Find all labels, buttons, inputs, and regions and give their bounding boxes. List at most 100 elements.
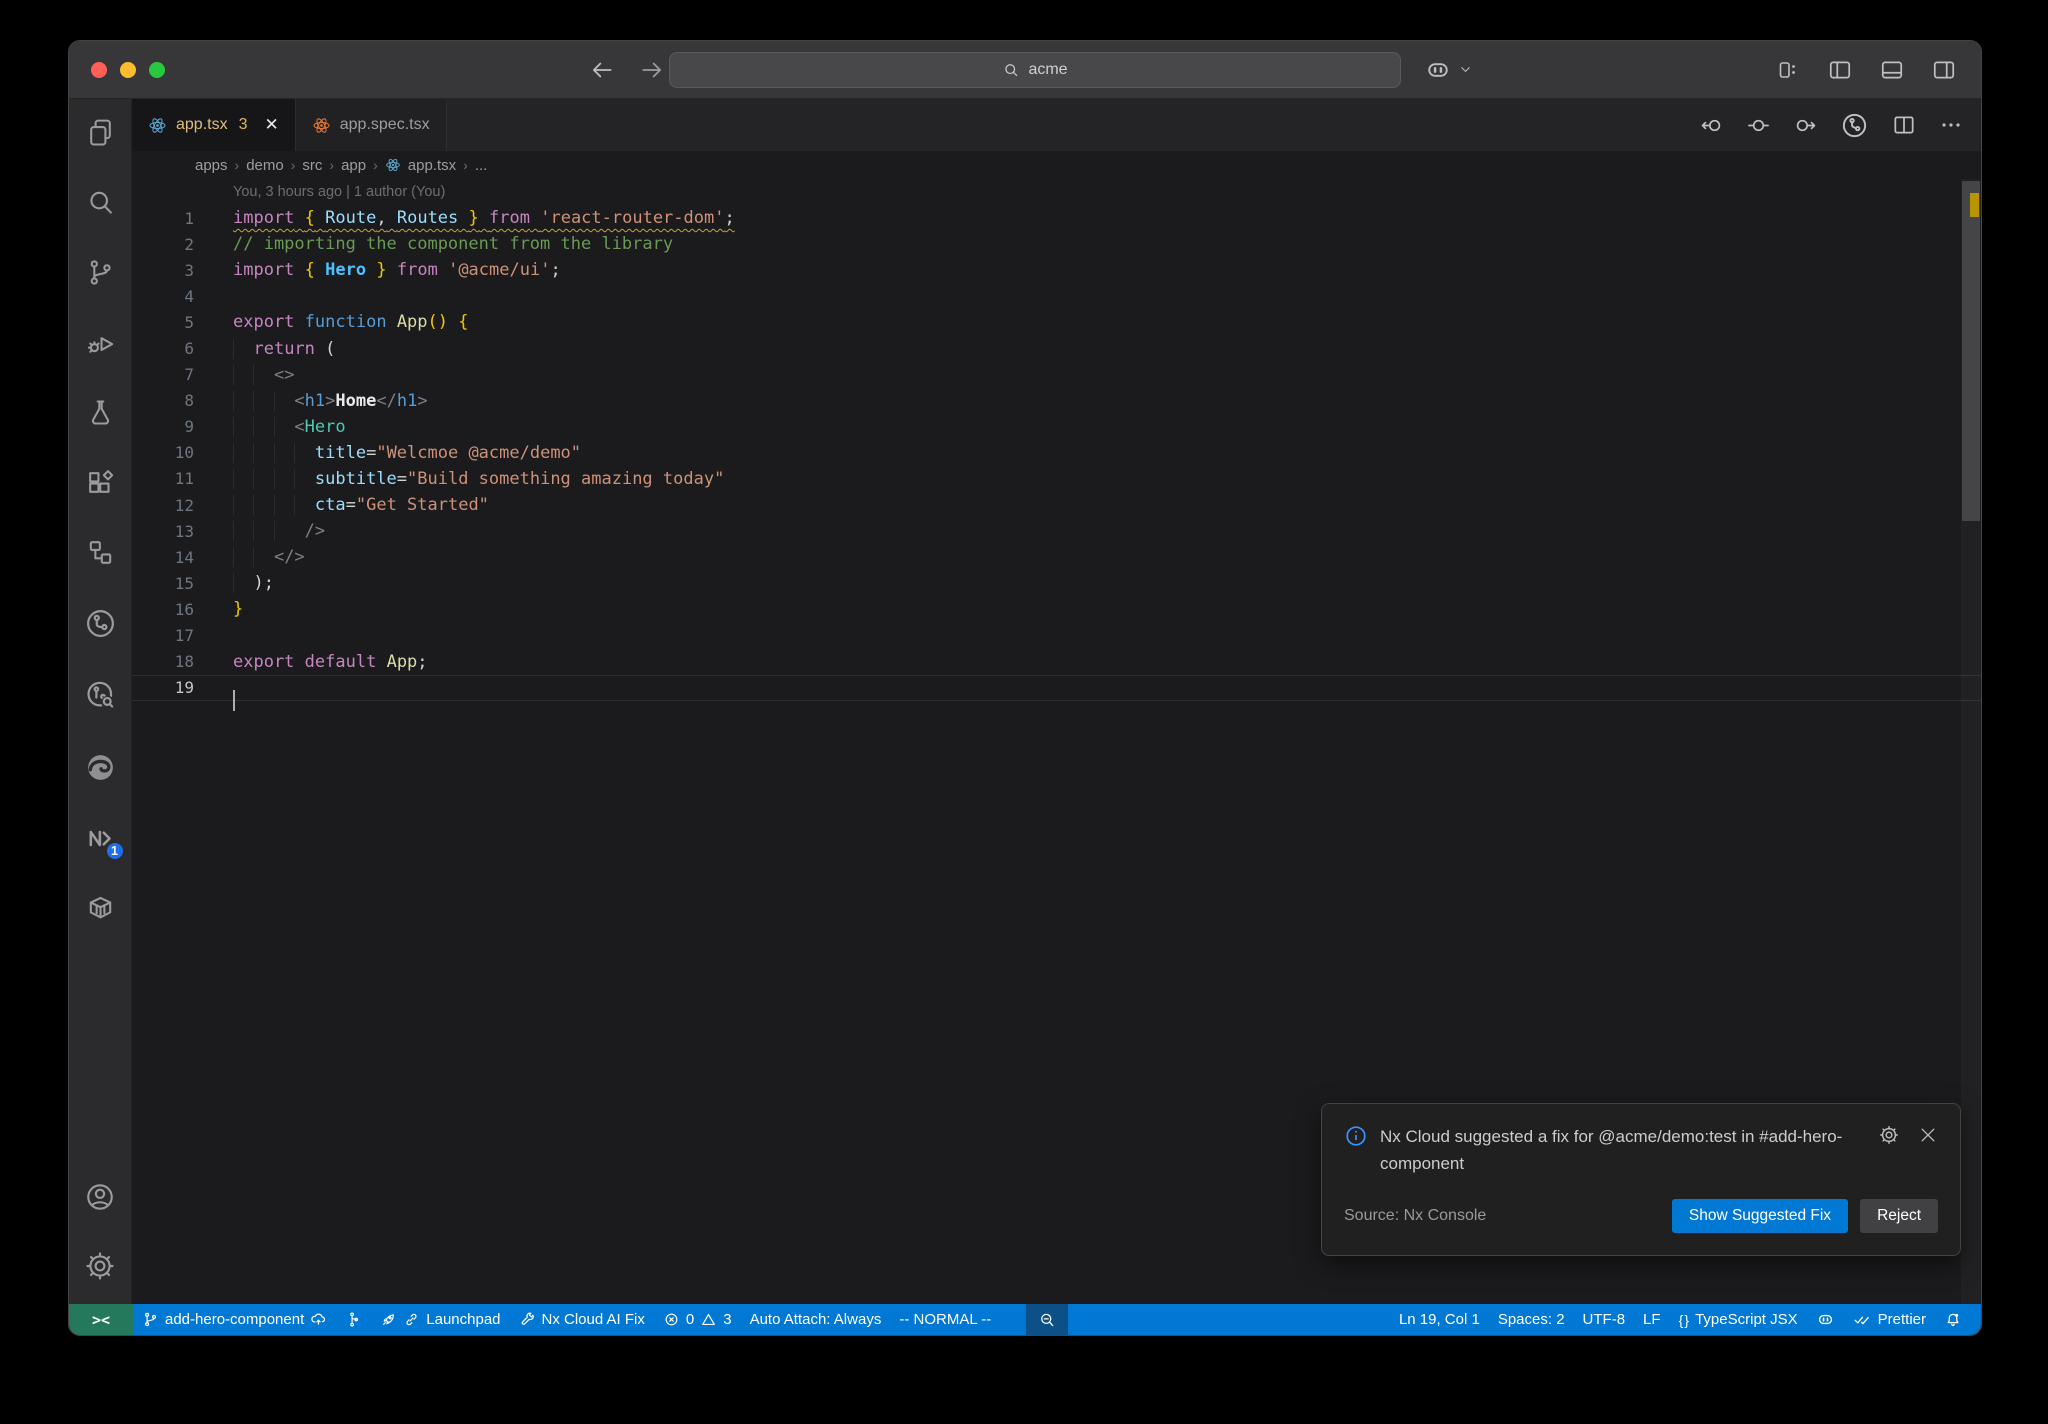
- line-number[interactable]: 13: [132, 522, 194, 541]
- breadcrumb-item[interactable]: app: [341, 157, 366, 174]
- tab-app-tsx[interactable]: app.tsx 3 ✕: [132, 99, 296, 151]
- code-line[interactable]: 7 <>: [132, 362, 1981, 388]
- line-number[interactable]: 14: [132, 548, 194, 567]
- edge-devtools-icon[interactable]: [84, 751, 117, 784]
- remote-indicator[interactable]: ><: [69, 1304, 133, 1335]
- breadcrumb-file[interactable]: app.tsx: [408, 157, 456, 174]
- more-actions-icon[interactable]: [1939, 113, 1963, 137]
- git-branch-status[interactable]: add-hero-component: [133, 1304, 336, 1335]
- close-tab-icon[interactable]: ✕: [265, 115, 279, 135]
- chevron-down-icon[interactable]: [1458, 62, 1473, 77]
- search-sidebar-icon[interactable]: [85, 187, 116, 218]
- code-line[interactable]: 18 export default App;: [132, 649, 1981, 675]
- customize-layout-icon[interactable]: [1777, 58, 1801, 82]
- code-line[interactable]: 2 // importing the component from the lib…: [132, 231, 1981, 257]
- code-line[interactable]: 16}: [132, 596, 1981, 622]
- toggle-primary-sidebar-icon[interactable]: [1827, 57, 1853, 83]
- run-and-debug-icon[interactable]: [85, 327, 116, 358]
- code-line[interactable]: 4: [132, 283, 1981, 309]
- line-number[interactable]: 11: [132, 469, 194, 488]
- source-control-graph-icon[interactable]: [84, 607, 117, 640]
- vim-mode-status[interactable]: -- NORMAL --: [890, 1304, 1000, 1335]
- line-number[interactable]: 12: [132, 496, 194, 515]
- breadcrumb-item[interactable]: demo: [246, 157, 284, 174]
- nx-console-icon[interactable]: 1: [85, 823, 125, 861]
- source-control-graph-status[interactable]: [336, 1304, 371, 1335]
- code-line[interactable]: 17: [132, 623, 1981, 649]
- code-line[interactable]: 8 <h1>Home</h1>: [132, 388, 1981, 414]
- notifications-bell-status[interactable]: [1935, 1304, 1971, 1335]
- code-line[interactable]: 3 import { Hero } from '@acme/ui';: [132, 257, 1981, 283]
- nx-cloud-fix-status[interactable]: Nx Cloud AI Fix: [510, 1304, 654, 1335]
- notification-close-icon[interactable]: [1918, 1125, 1938, 1145]
- code-line[interactable]: 5 export function App() {: [132, 309, 1981, 335]
- prettier-status[interactable]: Prettier: [1844, 1304, 1935, 1335]
- account-icon[interactable]: [84, 1181, 116, 1213]
- toggle-panel-icon[interactable]: [1879, 57, 1905, 83]
- code-line[interactable]: 6 return (: [132, 335, 1981, 361]
- language-mode-status[interactable]: { } TypeScript JSX: [1670, 1304, 1807, 1335]
- launchpad-status[interactable]: Launchpad: [371, 1304, 509, 1335]
- zoom-out-status[interactable]: [1026, 1304, 1069, 1335]
- source-control-icon[interactable]: [85, 257, 116, 288]
- toggle-secondary-sidebar-icon[interactable]: [1931, 57, 1957, 83]
- tab-app-spec-tsx[interactable]: app.spec.tsx: [295, 99, 447, 151]
- line-number[interactable]: 15: [132, 574, 194, 593]
- breadcrumb-item[interactable]: apps: [195, 157, 228, 174]
- encoding-status[interactable]: UTF-8: [1574, 1304, 1635, 1335]
- code-line[interactable]: 12 cta="Get Started": [132, 492, 1981, 518]
- code-line[interactable]: 13 />: [132, 518, 1981, 544]
- code-area[interactable]: 1 import { Route, Routes } from 'react-ro…: [132, 205, 1981, 711]
- line-number[interactable]: 1: [132, 209, 194, 228]
- line-number[interactable]: 18: [132, 652, 194, 671]
- line-number[interactable]: 4: [132, 287, 194, 306]
- line-number[interactable]: 2: [132, 235, 194, 254]
- navigate-back-icon[interactable]: [589, 57, 615, 83]
- line-number[interactable]: 6: [132, 339, 194, 358]
- copilot-icon[interactable]: [1424, 56, 1452, 84]
- reject-button[interactable]: Reject: [1860, 1199, 1938, 1233]
- auto-attach-status[interactable]: Auto Attach: Always: [741, 1304, 891, 1335]
- eol-status[interactable]: LF: [1634, 1304, 1670, 1335]
- workspaces-icon[interactable]: [85, 537, 116, 568]
- line-number[interactable]: 8: [132, 391, 194, 410]
- indentation-status[interactable]: Spaces: 2: [1489, 1304, 1574, 1335]
- search-input[interactable]: acme: [669, 52, 1401, 88]
- breadcrumb-more[interactable]: ...: [475, 157, 488, 174]
- line-number[interactable]: 16: [132, 600, 194, 619]
- copilot-status[interactable]: [1807, 1304, 1844, 1335]
- split-editor-icon[interactable]: [1891, 112, 1917, 138]
- explorer-icon[interactable]: [85, 117, 116, 148]
- code-line[interactable]: 10 title="Welcmoe @acme/demo": [132, 440, 1981, 466]
- code-line[interactable]: 11 subtitle="Build something amazing tod…: [132, 466, 1981, 492]
- line-number[interactable]: 9: [132, 417, 194, 436]
- line-number[interactable]: 10: [132, 443, 194, 462]
- navigate-back-edit-icon[interactable]: [1699, 113, 1724, 138]
- testing-icon[interactable]: [85, 397, 116, 428]
- zoom-window-button[interactable]: [149, 61, 165, 78]
- line-number[interactable]: 3: [132, 261, 194, 280]
- notification-settings-icon[interactable]: [1878, 1124, 1900, 1146]
- minimize-window-button[interactable]: [120, 61, 136, 78]
- settings-gear-icon[interactable]: [84, 1250, 116, 1282]
- code-line[interactable]: 9 <Hero: [132, 414, 1981, 440]
- extensions-icon[interactable]: [85, 467, 116, 498]
- scrollbar-slider[interactable]: [1962, 181, 1980, 521]
- line-number[interactable]: 7: [132, 365, 194, 384]
- code-editor[interactable]: You, 3 hours ago | 1 author (You) 1 impor…: [132, 179, 1981, 1304]
- code-line[interactable]: 14 </>: [132, 544, 1981, 570]
- line-number[interactable]: 17: [132, 626, 194, 645]
- containers-icon[interactable]: [85, 893, 116, 924]
- line-number[interactable]: 5: [132, 313, 194, 332]
- line-number[interactable]: 19: [132, 678, 194, 697]
- navigate-current-edit-icon[interactable]: [1746, 113, 1771, 138]
- navigate-forward-icon[interactable]: [639, 57, 665, 83]
- code-line[interactable]: 15 );: [132, 570, 1981, 596]
- git-history-icon[interactable]: [84, 679, 117, 712]
- close-window-button[interactable]: [91, 61, 107, 78]
- show-suggested-fix-button[interactable]: Show Suggested Fix: [1671, 1199, 1849, 1233]
- run-target-icon[interactable]: [1840, 111, 1869, 140]
- breadcrumb-item[interactable]: src: [302, 157, 322, 174]
- navigate-forward-edit-icon[interactable]: [1793, 113, 1818, 138]
- problems-status[interactable]: 0 3: [654, 1304, 741, 1335]
